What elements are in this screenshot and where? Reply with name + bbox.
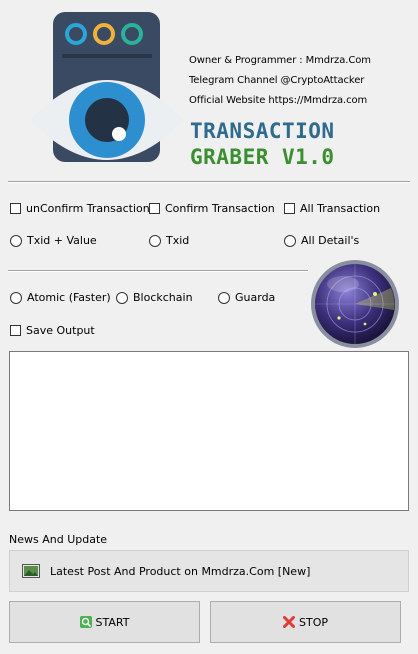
separator-top bbox=[8, 181, 410, 183]
checkbox-box[interactable] bbox=[10, 203, 21, 214]
close-icon bbox=[283, 616, 295, 628]
checkbox-label: Save Output bbox=[26, 324, 95, 337]
separator-middle bbox=[8, 270, 308, 272]
atomic-radio[interactable]: Atomic (Faster) bbox=[10, 291, 111, 304]
website-text: Official Website https://Mmdrza.com bbox=[189, 95, 368, 106]
all-transaction-checkbox[interactable]: All Transaction bbox=[284, 202, 380, 215]
radio-circle[interactable] bbox=[218, 291, 230, 304]
start-button-label: START bbox=[95, 615, 130, 629]
checkbox-label: All Transaction bbox=[300, 202, 381, 215]
radio-circle[interactable] bbox=[10, 234, 22, 247]
blockchain-radio[interactable]: Blockchain bbox=[116, 291, 193, 304]
stop-button[interactable]: STOP bbox=[210, 601, 401, 643]
checkbox-box[interactable] bbox=[284, 203, 295, 214]
save-output-checkbox[interactable]: Save Output bbox=[10, 324, 95, 337]
all-details-radio[interactable]: All Detail's bbox=[284, 234, 359, 247]
txid-radio[interactable]: Txid bbox=[149, 234, 189, 247]
radio-label: Atomic (Faster) bbox=[27, 291, 111, 304]
stop-button-label: STOP bbox=[299, 615, 328, 629]
news-heading: News And Update bbox=[9, 533, 108, 546]
radio-circle[interactable] bbox=[284, 234, 296, 247]
radio-circle[interactable] bbox=[116, 291, 128, 304]
radar-icon bbox=[305, 254, 405, 354]
image-icon bbox=[22, 564, 40, 578]
radio-label: Guarda bbox=[235, 291, 276, 304]
radio-label: Txid bbox=[166, 234, 190, 247]
output-textarea[interactable] bbox=[9, 351, 409, 511]
brand-title-line1: TRANSACTION bbox=[190, 119, 335, 143]
radio-label: Blockchain bbox=[133, 291, 193, 304]
unconfirm-transaction-checkbox[interactable]: unConfirm Transaction bbox=[10, 202, 150, 215]
brand-title-line2: GRABER V1.0 bbox=[190, 145, 335, 169]
news-item-text: Latest Post And Product on Mmdrza.Com [N… bbox=[50, 564, 311, 578]
owner-text: Owner & Programmer : Mmdrza.Com bbox=[189, 55, 371, 66]
checkbox-box[interactable] bbox=[149, 203, 160, 214]
radio-circle[interactable] bbox=[149, 234, 161, 247]
confirm-transaction-checkbox[interactable]: Confirm Transaction bbox=[149, 202, 275, 215]
play-icon bbox=[79, 616, 92, 628]
checkbox-box[interactable] bbox=[10, 325, 21, 336]
checkbox-label: unConfirm Transaction bbox=[26, 202, 150, 215]
radio-label: All Detail's bbox=[301, 234, 360, 247]
news-item-link[interactable]: Latest Post And Product on Mmdrza.Com [N… bbox=[9, 550, 409, 592]
app-logo bbox=[28, 10, 186, 168]
guarda-radio[interactable]: Guarda bbox=[218, 291, 275, 304]
start-button[interactable]: START bbox=[9, 601, 200, 643]
radio-circle[interactable] bbox=[10, 291, 22, 304]
radio-label: Txid + Value bbox=[27, 234, 97, 247]
txid-value-radio[interactable]: Txid + Value bbox=[10, 234, 97, 247]
telegram-text: Telegram Channel @CryptoAttacker bbox=[189, 75, 365, 86]
checkbox-label: Confirm Transaction bbox=[165, 202, 275, 215]
